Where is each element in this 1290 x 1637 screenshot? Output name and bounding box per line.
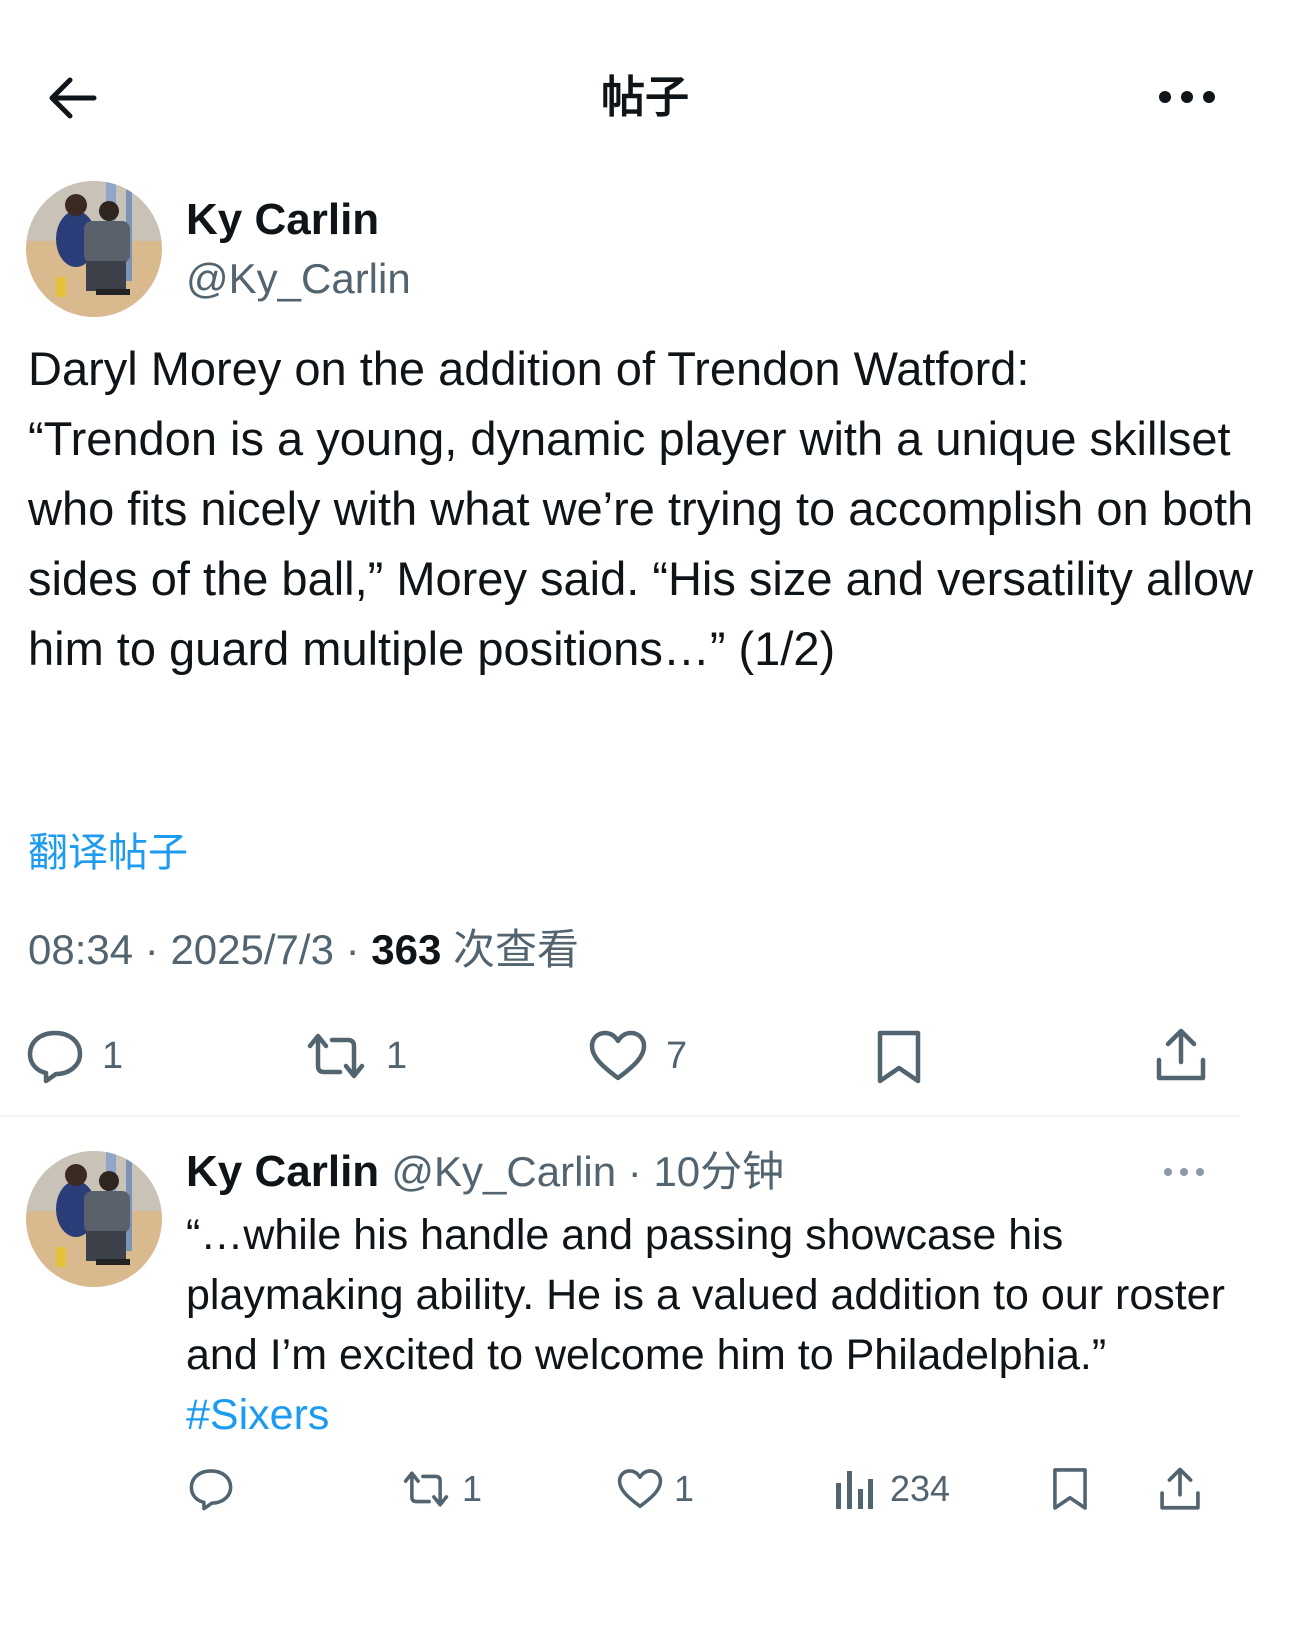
avatar[interactable] (26, 1151, 162, 1287)
reply-like-button[interactable]: 1 (616, 1467, 694, 1511)
bookmark-button[interactable] (874, 1028, 924, 1086)
author-name[interactable]: Ky Carlin (186, 194, 379, 246)
repost-button[interactable]: 1 (304, 1028, 407, 1084)
reply-share-button[interactable] (1158, 1465, 1202, 1513)
bookmark-icon (877, 1030, 921, 1084)
reply-count: 1 (102, 1034, 124, 1077)
views-count[interactable]: 363 (371, 926, 441, 973)
post-text: Daryl Morey on the addition of Trendon W… (28, 342, 1254, 675)
chat-bubble-icon (27, 1030, 83, 1084)
reply-header: Ky Carlin @Ky_Carlin · 10分钟 (186, 1146, 784, 1198)
repost-icon (307, 1033, 365, 1079)
heart-icon (617, 1469, 663, 1509)
reply-more-options-button[interactable] (1156, 1150, 1212, 1194)
reply-views-count: 234 (890, 1468, 951, 1509)
avatar[interactable] (26, 181, 162, 317)
reply-repost-count: 1 (462, 1468, 483, 1509)
divider (0, 1115, 1240, 1117)
separator: · (616, 1148, 654, 1195)
repost-icon (403, 1471, 449, 1507)
reply-reply-button[interactable] (188, 1467, 244, 1511)
separator: · (133, 926, 171, 973)
like-count: 7 (666, 1034, 688, 1077)
post-time: 08:34 (28, 926, 134, 973)
reply-author-name[interactable]: Ky Carlin (186, 1147, 379, 1196)
share-icon (1156, 1028, 1206, 1081)
share-icon (1160, 1467, 1200, 1510)
reply-text-body: “…while his handle and passing showcase … (186, 1211, 1237, 1379)
reply-text: “…while his handle and passing showcase … (186, 1205, 1246, 1445)
share-button[interactable] (1154, 1026, 1208, 1084)
more-options-button[interactable] (1152, 72, 1222, 122)
reply-bookmark-button[interactable] (1050, 1466, 1090, 1512)
views-label: 次查看 (441, 926, 580, 973)
more-horizontal-icon (1159, 91, 1215, 103)
bar-chart-icon (836, 1471, 873, 1509)
chat-bubble-icon (189, 1469, 233, 1511)
separator: · (333, 926, 372, 973)
heart-icon (589, 1030, 647, 1081)
bookmark-icon (1053, 1468, 1087, 1510)
more-horizontal-icon (1164, 1168, 1204, 1176)
reply-like-count: 1 (674, 1468, 695, 1509)
post-date: 2025/7/3 (170, 926, 334, 973)
repost-count: 1 (386, 1034, 408, 1077)
reply-button[interactable]: 1 (26, 1028, 123, 1084)
author-handle[interactable]: @Ky_Carlin (186, 254, 411, 304)
hashtag-link[interactable]: #Sixers (186, 1391, 329, 1439)
reply-views-button[interactable]: 234 (834, 1467, 950, 1511)
reply-author-handle[interactable]: @Ky_Carlin (391, 1148, 616, 1195)
page-title: 帖子 (601, 73, 689, 122)
reply-time: 10分钟 (653, 1148, 785, 1195)
translate-post-link[interactable]: 翻译帖子 (28, 828, 188, 878)
like-button[interactable]: 7 (588, 1028, 687, 1084)
reply-repost-button[interactable]: 1 (400, 1467, 482, 1511)
post-metadata: 08:34 · 2025/7/3 · 363 次查看 (28, 924, 579, 976)
